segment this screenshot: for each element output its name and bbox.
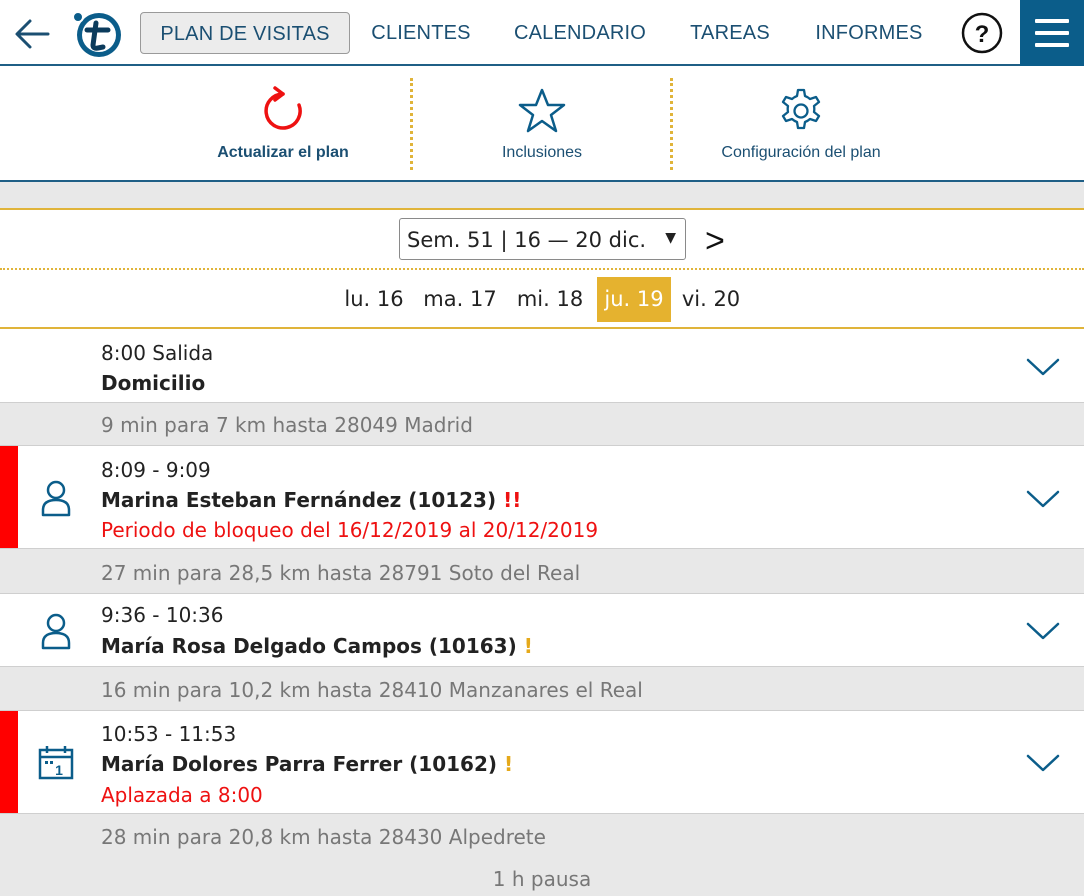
- svg-text:1: 1: [55, 762, 63, 778]
- gear-icon: [776, 86, 826, 136]
- section-divider: [0, 182, 1084, 210]
- route-leg-text: 16 min para 10,2 km hasta 28410 Manzanar…: [101, 678, 643, 702]
- week-dropdown[interactable]: Sem. 51 | 16 — 20 dic. ▼: [399, 218, 686, 260]
- route-leg-text: 28 min para 20,8 km hasta 28430 Alpedret…: [101, 825, 546, 849]
- route-leg-text: 9 min para 7 km hasta 28049 Madrid: [101, 413, 473, 437]
- alert-bar: [0, 446, 18, 548]
- visit-client: María Rosa Delgado Campos (10163) !: [101, 634, 533, 658]
- week-dropdown-value: Sem. 51 | 16 — 20 dic.: [407, 228, 647, 252]
- pause-label: 1 h pausa: [492, 867, 592, 891]
- inclusions-label: Inclusiones: [501, 144, 583, 161]
- refresh-icon: [258, 86, 308, 136]
- top-navigation: PLAN DE VISITAS CLIENTES CALENDARIO TARE…: [0, 0, 1084, 66]
- plan-settings-label: Configuración del plan: [721, 144, 881, 161]
- person-icon: [38, 478, 74, 518]
- start-row[interactable]: 8:00 Salida Domicilio: [0, 329, 1084, 403]
- visit-note: Periodo de bloqueo del 16/12/2019 al 20/…: [101, 518, 599, 542]
- next-week-button[interactable]: >: [705, 224, 725, 258]
- refresh-plan-button[interactable]: Actualizar el plan: [200, 66, 366, 180]
- toolbar-divider: [410, 78, 413, 170]
- visit-client-name: Marina Esteban Fernández (10123): [101, 488, 497, 512]
- nav-tab-calendario[interactable]: CALENDARIO: [505, 12, 655, 54]
- day-tab[interactable]: vi. 20: [676, 277, 746, 322]
- hamburger-menu-icon[interactable]: [1020, 0, 1084, 66]
- chevron-down-icon[interactable]: [1025, 752, 1061, 774]
- route-leg: 16 min para 10,2 km hasta 28410 Manzanar…: [0, 667, 1084, 711]
- help-label: ?: [975, 21, 990, 48]
- route-leg: 28 min para 20,8 km hasta 28430 Alpedret…: [0, 814, 1084, 896]
- day-tab[interactable]: mi. 18: [510, 277, 590, 322]
- visit-client-name: María Rosa Delgado Campos (10163): [101, 634, 517, 658]
- priority-flag: !: [503, 752, 514, 776]
- visit-client: Marina Esteban Fernández (10123) !!: [101, 488, 521, 512]
- start-place: Domicilio: [101, 371, 206, 395]
- alert-bar: [0, 711, 18, 813]
- visit-time: 8:09 - 9:09: [101, 458, 211, 482]
- visit-row[interactable]: 1 10:53 - 11:53 María Dolores Parra Ferr…: [0, 711, 1084, 814]
- action-toolbar: Actualizar el plan Inclusiones Configura…: [0, 66, 1084, 182]
- nav-tab-clientes[interactable]: CLIENTES: [362, 12, 480, 54]
- route-leg: 27 min para 28,5 km hasta 28791 Soto del…: [0, 549, 1084, 594]
- plan-settings-button[interactable]: Configuración del plan: [706, 66, 896, 180]
- visit-client: María Dolores Parra Ferrer (10162) !: [101, 752, 513, 776]
- day-tabs: lu. 16 ma. 17 mi. 18 ju. 19 vi. 20: [0, 272, 1084, 329]
- priority-flag: !!: [503, 488, 522, 512]
- route-leg-text: 27 min para 28,5 km hasta 28791 Soto del…: [101, 561, 581, 585]
- nav-tab-plan-de-visitas[interactable]: PLAN DE VISITAS: [140, 12, 350, 54]
- dropdown-triangle-icon: ▼: [665, 230, 676, 246]
- nav-tab-tareas[interactable]: TAREAS: [680, 12, 780, 54]
- visit-note: Aplazada a 8:00: [101, 783, 263, 807]
- inclusions-button[interactable]: Inclusiones: [470, 66, 614, 180]
- visit-time: 9:36 - 10:36: [101, 603, 224, 627]
- app-logo: [72, 10, 124, 60]
- chevron-down-icon[interactable]: [1025, 356, 1061, 378]
- refresh-plan-label: Actualizar el plan: [217, 144, 349, 161]
- back-arrow-icon[interactable]: [12, 14, 52, 54]
- toolbar-divider: [670, 78, 673, 170]
- route-leg: 9 min para 7 km hasta 28049 Madrid: [0, 403, 1084, 446]
- day-tab[interactable]: ma. 17: [418, 277, 502, 322]
- priority-flag: !: [523, 634, 533, 658]
- visit-row[interactable]: 9:36 - 10:36 María Rosa Delgado Campos (…: [0, 594, 1084, 667]
- help-icon[interactable]: ?: [961, 12, 1003, 54]
- nav-tab-informes[interactable]: INFORMES: [805, 12, 933, 54]
- calendar-icon: 1: [38, 744, 74, 784]
- day-tab-selected[interactable]: ju. 19: [597, 277, 671, 322]
- day-tab[interactable]: lu. 16: [338, 277, 410, 322]
- chevron-down-icon[interactable]: [1025, 620, 1061, 642]
- visit-row[interactable]: 8:09 - 9:09 Marina Esteban Fernández (10…: [0, 446, 1084, 549]
- person-icon: [38, 611, 74, 651]
- visit-time: 10:53 - 11:53: [101, 722, 237, 746]
- chevron-down-icon[interactable]: [1025, 488, 1061, 510]
- start-time: 8:00 Salida: [101, 341, 214, 365]
- week-selector-row: Sem. 51 | 16 — 20 dic. ▼ >: [0, 210, 1084, 270]
- star-icon: [517, 86, 567, 136]
- visit-client-name: María Dolores Parra Ferrer (10162): [101, 752, 498, 776]
